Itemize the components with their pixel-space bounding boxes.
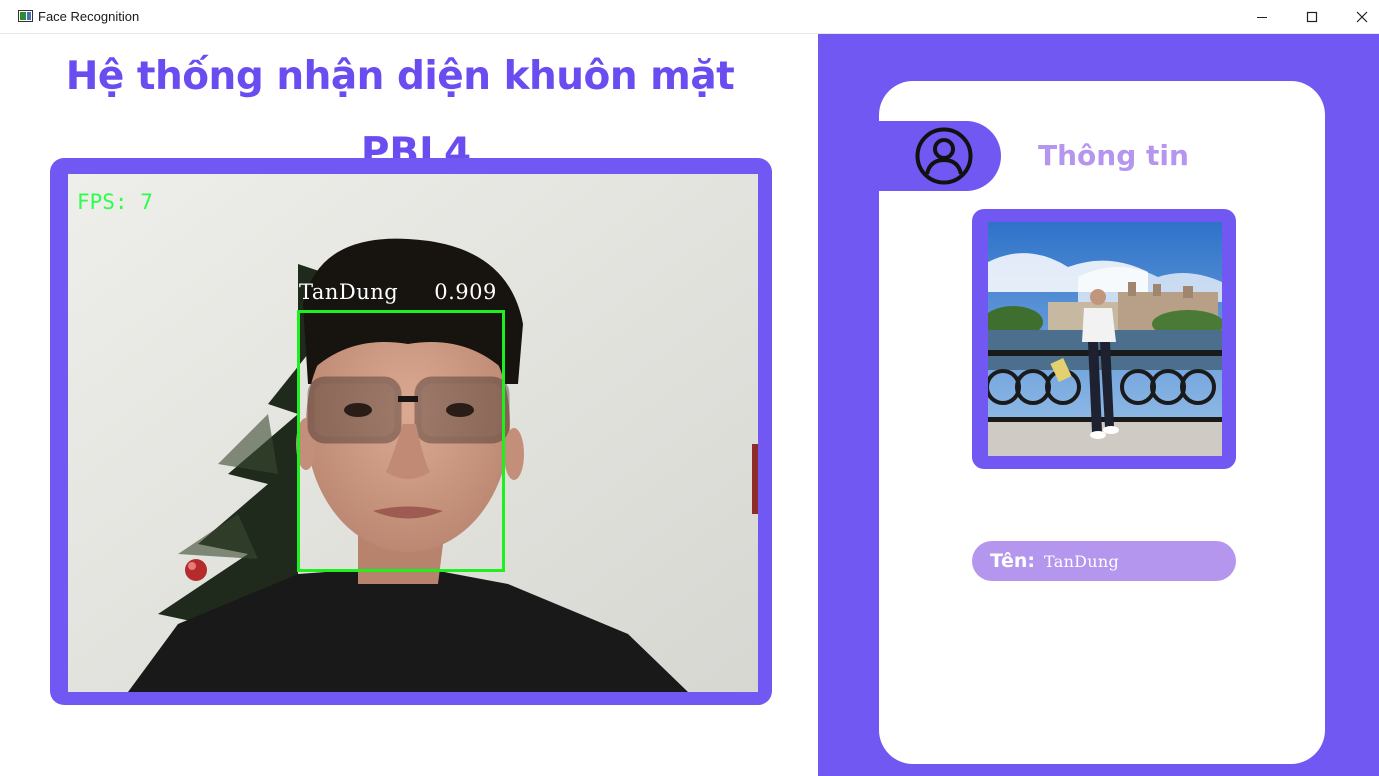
page-title: Hệ thống nhận diện khuôn mặt xyxy=(65,54,735,99)
name-label: Tên: xyxy=(990,550,1036,572)
close-button[interactable] xyxy=(1339,0,1379,34)
profile-photo xyxy=(988,222,1222,456)
name-value: TanDung xyxy=(1044,552,1120,571)
maximize-button[interactable] xyxy=(1289,0,1335,34)
detection-name: TanDung xyxy=(299,280,399,304)
info-tab xyxy=(879,121,1001,191)
camera-feed: FPS: 7 TanDung 0.909 xyxy=(68,174,758,692)
minimize-button[interactable] xyxy=(1239,0,1285,34)
profile-photo-frame xyxy=(972,209,1236,469)
name-field: Tên: TanDung xyxy=(972,541,1236,581)
maximize-icon xyxy=(1306,11,1318,23)
face-bounding-box xyxy=(297,310,505,572)
info-title: Thông tin xyxy=(1038,139,1189,172)
window-titlebar: Face Recognition xyxy=(0,0,1379,34)
info-card: Thông tin Tên: TanDung xyxy=(879,81,1325,764)
minimize-icon xyxy=(1257,17,1267,18)
fps-counter: FPS: 7 xyxy=(77,190,153,214)
detection-score: 0.909 xyxy=(434,280,497,304)
profile-photo-image xyxy=(988,222,1222,456)
user-circle-icon xyxy=(915,127,973,185)
detection-label: TanDung 0.909 xyxy=(299,280,497,304)
app-icon xyxy=(18,10,33,22)
close-icon xyxy=(1356,11,1368,23)
window-title: Face Recognition xyxy=(38,9,140,24)
info-sidebar: Thông tin Tên: TanDung xyxy=(818,34,1379,776)
